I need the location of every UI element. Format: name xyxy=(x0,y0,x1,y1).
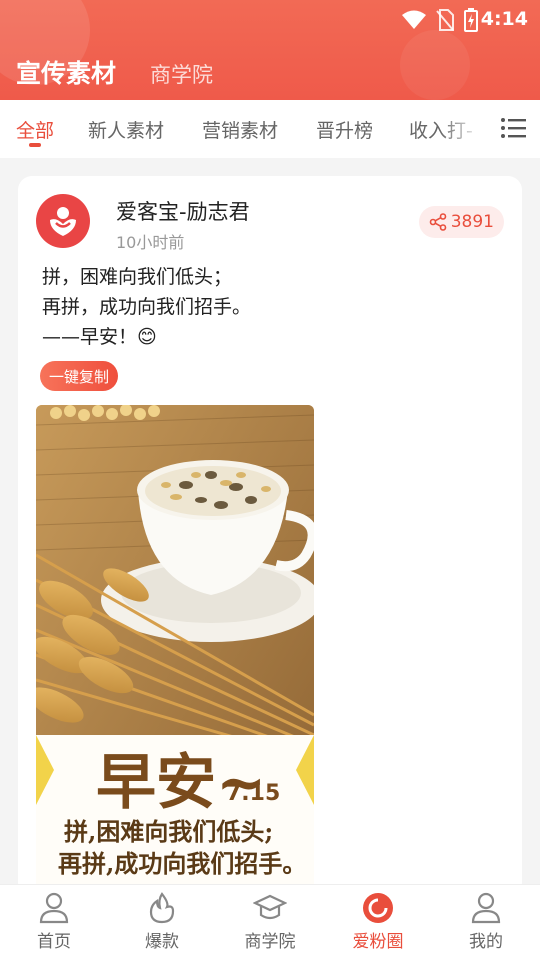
active-tab-indicator xyxy=(29,143,41,147)
nav-hot[interactable]: 爆款 xyxy=(108,891,216,952)
nav-label: 首页 xyxy=(37,932,71,952)
post-text-line: 再拼，成功向我们招手。 xyxy=(42,296,252,318)
morning-greeting-image: 早安~ 7.15 拼,困难向我们低头; 再拼,成功向我们招手。 xyxy=(36,405,314,896)
post-card: 爱客宝-励志君 10小时前 3891 拼，困难向我们低头； 再拼，成功向我们招手… xyxy=(18,176,522,896)
nav-business-school[interactable]: 商学院 xyxy=(216,891,324,952)
nav-label: 商学院 xyxy=(244,932,296,952)
share-button[interactable]: 3891 xyxy=(418,206,504,238)
post-author: 爱客宝-励志君 xyxy=(116,200,250,224)
page-title[interactable]: 宣传素材 xyxy=(16,54,116,90)
post-text-line: ——早安！😊 xyxy=(42,326,157,348)
avatar[interactable] xyxy=(36,194,90,248)
header-decoration xyxy=(400,30,470,100)
nav-label: 爆款 xyxy=(145,932,179,952)
nav-home[interactable]: 首页 xyxy=(0,891,108,952)
tab-business-school[interactable]: 商学院 xyxy=(150,59,213,89)
copy-button[interactable]: 一键复制 xyxy=(40,361,119,391)
post-text: 拼，困难向我们低头； 再拼，成功向我们招手。 ——早安！😊 xyxy=(42,262,251,352)
profile-icon xyxy=(471,892,501,924)
image-line-1: 拼,困难向我们低头; xyxy=(64,817,273,846)
nav-fan-circle[interactable]: 爱粉圈 xyxy=(324,891,432,952)
fan-circle-icon xyxy=(363,893,393,923)
share-count: 3891 xyxy=(450,212,494,232)
category-tabs: 全部 新人素材 营销素材 晋升榜 收入打- xyxy=(0,100,540,158)
wifi-icon xyxy=(402,10,426,29)
post-text-line: 拼，困难向我们低头； xyxy=(42,266,233,288)
battery-icon xyxy=(464,8,478,32)
home-icon xyxy=(39,892,69,924)
list-menu-icon[interactable] xyxy=(500,116,526,140)
status-time: 4:14 xyxy=(480,8,528,30)
tab-marketing[interactable]: 营销素材 xyxy=(202,116,278,143)
bottom-nav: 首页 爆款 商学院 爱粉圈 我的 xyxy=(0,884,540,960)
nav-label: 爱粉圈 xyxy=(352,932,404,952)
nav-label: 我的 xyxy=(469,932,503,952)
image-date: 7.15 xyxy=(226,781,280,806)
flame-icon xyxy=(149,892,175,924)
nav-profile[interactable]: 我的 xyxy=(432,891,540,952)
tab-newcomer[interactable]: 新人素材 xyxy=(88,116,164,143)
image-line-2: 再拼,成功向我们招手。 xyxy=(58,849,306,878)
no-sim-icon xyxy=(436,9,454,31)
post-time: 10小时前 xyxy=(116,233,185,252)
status-icons xyxy=(402,8,478,32)
share-icon xyxy=(429,213,447,231)
post-image[interactable]: 早安~ 7.15 拼,困难向我们低头; 再拼,成功向我们招手。 xyxy=(36,405,314,896)
status-bar: 4:14 xyxy=(0,0,540,40)
app-logo-icon xyxy=(50,207,76,236)
app-header: 4:14 宣传素材 商学院 xyxy=(0,0,540,100)
graduation-cap-icon xyxy=(253,894,287,920)
tab-promotion-ranking[interactable]: 晋升榜 xyxy=(316,116,373,143)
tabs-fade xyxy=(440,100,500,158)
tab-all[interactable]: 全部 xyxy=(16,116,54,143)
